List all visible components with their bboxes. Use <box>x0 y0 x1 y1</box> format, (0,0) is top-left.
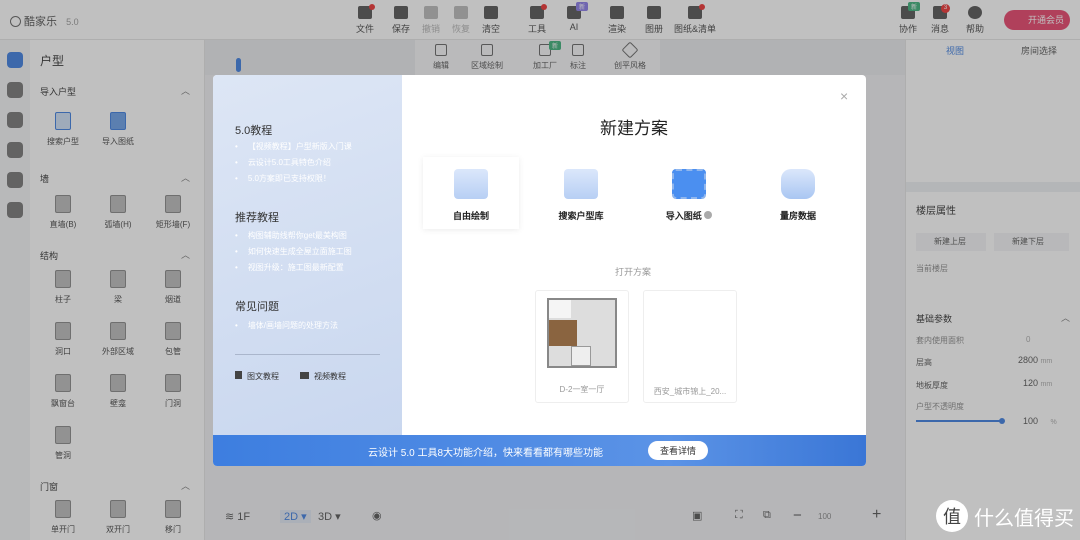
import-drawing-option[interactable]: 导入图纸 <box>641 157 737 229</box>
open-project-title: 打开方案 <box>615 267 652 277</box>
tutorial-link[interactable]: 视图升级：施工图最新配置 <box>235 262 344 273</box>
faq-heading: 常见问题 <box>235 301 279 313</box>
pencil-icon <box>454 169 488 199</box>
measure-icon <box>781 169 815 199</box>
tutorial-link[interactable]: 构图辅助线帮你get最美构图 <box>235 230 347 241</box>
new-project-modal: 5.0教程 【视频教程】户型新版入门课 云设计5.0工具特色介绍 5.0方案即已… <box>213 75 866 466</box>
import-icon <box>672 169 706 199</box>
video-tutorial-link[interactable]: 视频教程 <box>300 371 346 382</box>
banner-text: 云设计 5.0 工具8大功能介绍，快来看看都有哪些功能 <box>368 448 604 459</box>
view-details-button[interactable]: 查看详情 <box>648 441 709 460</box>
video-icon <box>300 372 309 379</box>
faq-link[interactable]: 墙体/画墙问题的处理方法 <box>235 320 338 331</box>
measure-data-option[interactable]: 量房数据 <box>750 157 846 229</box>
tutorial-link[interactable]: 5.0方案即已支持权限！ <box>235 173 331 184</box>
recommended-heading: 推荐教程 <box>235 212 279 224</box>
doc-tutorial-link[interactable]: 图文教程 <box>235 371 279 382</box>
tutorial-link[interactable]: 如何快速生成全屋立面施工图 <box>235 246 352 257</box>
project-card[interactable]: D-2一室一厅 <box>535 290 629 403</box>
search-icon <box>564 169 598 199</box>
tutorial-link[interactable]: 云设计5.0工具特色介绍 <box>235 157 331 168</box>
document-icon <box>235 371 242 379</box>
watermark: 值什么值得买 <box>936 500 1074 532</box>
project-card[interactable]: 西安_城市锦上_20... <box>643 290 737 403</box>
floorplan-thumbnail <box>547 298 617 368</box>
tutorial-link[interactable]: 【视频教程】户型新版入门课 <box>235 141 352 152</box>
promo-banner: 云设计 5.0 工具8大功能介绍，快来看看都有哪些功能 查看详情 <box>213 435 866 466</box>
free-draw-option[interactable]: 自由绘制 <box>423 157 519 229</box>
close-icon[interactable]: × <box>840 88 848 104</box>
modal-title: 新建方案 <box>600 119 668 138</box>
tutorial-panel: 5.0教程 【视频教程】户型新版入门课 云设计5.0工具特色介绍 5.0方案即已… <box>213 75 402 435</box>
tutorial-heading: 5.0教程 <box>235 125 273 137</box>
search-library-option[interactable]: 搜索户型库 <box>533 157 629 229</box>
info-icon <box>704 211 713 219</box>
